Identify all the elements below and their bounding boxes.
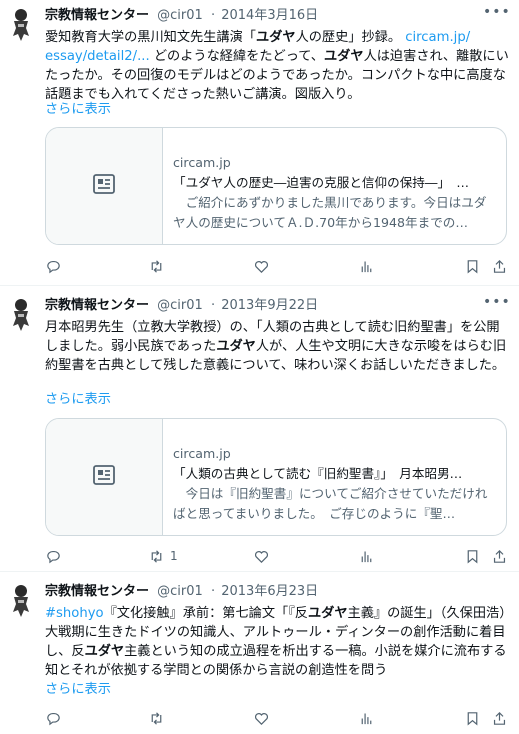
hashtag-link[interactable]: #shohyo [45,606,104,621]
share-button[interactable] [491,708,508,728]
retweet-count: 1 [170,549,178,563]
tweet-date[interactable]: 2013年9月22日 [221,298,318,313]
reply-icon [47,712,60,725]
author-name[interactable]: 宗教情報センター [45,298,149,313]
separator-dot: · [210,584,216,599]
text-segment: 愛知教育大学の黒川知文先生講演「 [45,30,256,45]
bookmark-icon [467,549,478,563]
bookmark-icon [467,711,478,725]
views-button[interactable] [358,256,375,276]
share-button[interactable] [491,256,508,276]
card-thumbnail [46,419,163,535]
author-name[interactable]: 宗教情報センター [45,584,149,599]
card-domain: circam.jp [173,446,231,461]
tweet-text: 愛知教育大学の黒川知文先生講演「ユダヤ人の歴史」抄録。 circam.jp/es… [45,28,511,104]
more-icon[interactable]: ••• [483,294,510,310]
views-button[interactable] [358,708,375,728]
link-card[interactable]: circam.jp 「ユダヤ人の歴史―迫害の克服と信仰の保持―」 … ご紹介にあ… [45,127,507,245]
reply-button[interactable] [45,708,62,728]
author-handle[interactable]: @cir01 [157,584,203,599]
author-handle[interactable]: @cir01 [157,298,203,313]
views-icon [361,713,372,724]
tweet-header: 宗教情報センター @cir01 · 2013年6月23日 [45,582,479,602]
views-icon [361,551,372,562]
highlighted-term: ユダヤ [256,30,296,45]
card-title: 「人類の古典として読む『旧約聖書』」 月本昭男… [173,466,463,481]
separator-dot: · [210,298,216,313]
avatar[interactable] [9,298,33,332]
show-more-link[interactable]: さらに表示 [45,680,111,699]
highlighted-term: ユダヤ [216,339,256,354]
reply-button[interactable] [45,546,62,566]
tweet-link-cont[interactable]: essay/detail2/... [45,49,150,64]
views-button[interactable] [358,546,375,566]
action-bar [45,708,511,728]
retweet-button[interactable] [148,256,170,276]
like-button[interactable] [253,256,270,276]
retweet-button[interactable] [148,708,170,728]
like-icon [255,712,268,725]
tweet[interactable]: 宗教情報センター @cir01 · 2014年3月16日 ••• 愛知教育大学の… [0,0,519,286]
article-icon [93,465,115,485]
card-thumbnail [46,128,163,244]
share-icon [493,259,506,273]
highlighted-term: ユダヤ [324,49,364,64]
retweet-icon [151,259,162,273]
card-description: ご紹介にあずかりました黒川であります。今日はユダヤ人の歴史についてＡ.Ｄ.70年… [173,195,487,230]
card-info: circam.jp 「人類の古典として読む『旧約聖書』」 月本昭男… 今日は『旧… [173,419,496,524]
card-info: circam.jp 「ユダヤ人の歴史―迫害の克服と信仰の保持―」 … ご紹介にあ… [173,128,496,233]
card-domain: circam.jp [173,155,231,170]
tweet-header: 宗教情報センター @cir01 · 2013年9月22日 [45,296,479,316]
highlighted-term: ユダヤ [307,606,348,621]
bookmark-icon [467,259,478,273]
tweet-date[interactable]: 2014年3月16日 [221,8,318,23]
bookmark-button[interactable] [464,546,481,566]
reply-icon [47,260,60,273]
like-icon [255,260,268,273]
tweet-link[interactable]: circam.jp/ [405,30,470,45]
link-card[interactable]: circam.jp 「人類の古典として読む『旧約聖書』」 月本昭男… 今日は『旧… [45,418,507,536]
show-more-link[interactable]: さらに表示 [45,390,111,409]
author-handle[interactable]: @cir01 [157,8,203,23]
bookmark-button[interactable] [464,256,481,276]
like-button[interactable] [253,708,270,728]
views-icon [361,261,372,272]
share-button[interactable] [491,546,508,566]
share-icon [493,711,506,725]
action-bar [45,256,511,276]
text-segment: どのような経緯をたどって、 [153,49,324,64]
reply-icon [47,550,60,563]
tweet-text: 月本昭男先生（立教大学教授）の、「人類の古典として読む旧約聖書」を公開しました。… [45,318,511,375]
more-icon[interactable]: ••• [483,4,510,20]
tweet-date[interactable]: 2013年6月23日 [221,584,318,599]
text-segment: 『文化接触』承前：第七論文「『反 [103,606,308,621]
text-segment: 人の歴史」抄録。 [295,30,402,45]
author-name[interactable]: 宗教情報センター [45,8,149,23]
share-icon [493,549,506,563]
avatar[interactable] [9,584,33,618]
action-bar: 1 [45,546,511,566]
card-title: 「ユダヤ人の歴史―迫害の克服と信仰の保持―」 … [173,175,469,190]
avatar[interactable] [9,8,33,42]
bookmark-button[interactable] [464,708,481,728]
like-button[interactable] [253,546,270,566]
reply-button[interactable] [45,256,62,276]
retweet-button[interactable]: 1 [148,546,178,566]
separator-dot: · [210,8,216,23]
article-icon [93,174,115,194]
highlighted-term: ユダヤ [84,644,125,659]
tweet-text: #shohyo『文化接触』承前：第七論文「『反ユダヤ主義』の誕生」（久保田浩）大… [45,604,511,680]
show-more-link[interactable]: さらに表示 [45,100,111,119]
like-icon [255,550,268,563]
card-description: 今日は『旧約聖書』についてご紹介させていただければと思ってまいりました。 ご存じ… [173,486,488,521]
tweet[interactable]: 宗教情報センター @cir01 · 2013年6月23日 #shohyo『文化接… [0,576,519,734]
retweet-icon [151,549,162,563]
retweet-icon [151,711,162,725]
tweet[interactable]: 宗教情報センター @cir01 · 2013年9月22日 ••• 月本昭男先生（… [0,290,519,572]
tweet-header: 宗教情報センター @cir01 · 2014年3月16日 [45,6,479,26]
